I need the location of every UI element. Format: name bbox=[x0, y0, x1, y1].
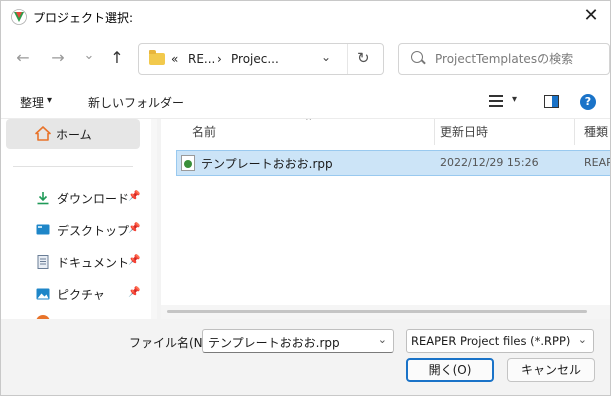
organize-button[interactable]: 整理 bbox=[20, 94, 44, 111]
pin-icon[interactable]: 📌 bbox=[128, 255, 140, 266]
file-open-dialog: プロジェクト選択: ✕ ← → ⌄ ↑ « RE... › Projec... … bbox=[0, 0, 611, 396]
pin-icon[interactable]: 📌 bbox=[128, 191, 140, 202]
document-icon bbox=[37, 255, 49, 269]
filetype-value: REAPER Project files (*.RPP) bbox=[411, 334, 571, 348]
sidebar-item-desktop[interactable]: デスクトップ 📌 bbox=[36, 220, 156, 242]
horizontal-scrollbar[interactable] bbox=[161, 305, 610, 319]
refresh-icon[interactable]: ↻ bbox=[357, 49, 370, 67]
home-icon bbox=[35, 126, 51, 141]
title-bar: プロジェクト選択: ✕ bbox=[1, 1, 610, 33]
recent-locations-chevron-icon[interactable]: ⌄ bbox=[77, 45, 101, 69]
column-header-name[interactable]: 名前 bbox=[192, 123, 216, 140]
new-folder-button[interactable]: 新しいフォルダー bbox=[88, 94, 184, 111]
close-icon[interactable]: ✕ bbox=[574, 3, 608, 31]
reaper-project-file-icon bbox=[181, 155, 195, 171]
breadcrumb-projec[interactable]: Projec... bbox=[231, 52, 279, 66]
cancel-button[interactable]: キャンセル bbox=[507, 358, 595, 382]
back-arrow-icon[interactable]: ← bbox=[11, 47, 35, 71]
sidebar-item-label: ピクチャ bbox=[57, 288, 105, 302]
music-icon[interactable] bbox=[36, 315, 50, 319]
search-box[interactable] bbox=[398, 43, 610, 75]
view-list-icon[interactable] bbox=[489, 95, 503, 107]
column-separator[interactable] bbox=[574, 119, 575, 145]
filename-combobox[interactable]: テンプレートおおお.rpp ⌄ bbox=[202, 329, 394, 353]
address-divider bbox=[347, 44, 348, 74]
sidebar-item-label: ダウンロード bbox=[57, 192, 130, 206]
reaper-logo-icon bbox=[11, 9, 27, 25]
navigation-bar: ← → ⌄ ↑ « RE... › Projec... ⌄ ↻ bbox=[1, 33, 610, 85]
window-title: プロジェクト選択: bbox=[33, 11, 134, 25]
filename-label: ファイル名(N): bbox=[129, 336, 212, 350]
forward-arrow-icon[interactable]: → bbox=[46, 47, 70, 71]
file-name: テンプレートおおお.rpp bbox=[201, 157, 333, 171]
chevron-down-icon[interactable]: ⌄ bbox=[578, 333, 587, 346]
address-bar[interactable]: « RE... › Projec... ⌄ ↻ bbox=[138, 43, 384, 75]
sidebar-item-home-label: ホーム bbox=[56, 128, 92, 142]
column-header-type[interactable]: 種類 bbox=[584, 123, 608, 140]
nav-pane-scrollbar[interactable] bbox=[151, 119, 157, 319]
breadcrumb-separator: › bbox=[217, 52, 222, 66]
breadcrumb-overflow[interactable]: « bbox=[171, 52, 178, 66]
sidebar-item-label: デスクトップ bbox=[57, 224, 130, 238]
folder-icon bbox=[149, 50, 165, 65]
file-list: ⌃ 名前 更新日時 種類 テンプレートおおお.rpp 2022/12/29 15… bbox=[161, 119, 610, 319]
column-header-modified[interactable]: 更新日時 bbox=[440, 123, 488, 140]
pictures-icon bbox=[36, 288, 50, 300]
nav-divider bbox=[13, 166, 133, 167]
sidebar-item-home[interactable]: ホーム bbox=[6, 119, 140, 149]
view-options-caret-icon[interactable]: ▾ bbox=[512, 94, 517, 105]
sort-caret-icon: ⌃ bbox=[304, 119, 314, 128]
file-type: REAPE bbox=[584, 156, 610, 169]
sidebar-item-documents[interactable]: ドキュメント 📌 bbox=[36, 252, 156, 274]
column-separator[interactable] bbox=[434, 119, 435, 145]
address-dropdown-icon[interactable]: ⌄ bbox=[321, 50, 331, 64]
scrollbar-thumb[interactable] bbox=[167, 310, 587, 313]
file-row[interactable]: テンプレートおおお.rpp 2022/12/29 15:26 REAPE bbox=[176, 150, 610, 176]
download-icon bbox=[37, 192, 49, 205]
chevron-down-icon[interactable]: ⌄ bbox=[378, 333, 387, 346]
filename-input[interactable]: テンプレートおおお.rpp bbox=[208, 334, 340, 351]
preview-pane-icon[interactable] bbox=[544, 95, 559, 108]
search-input[interactable] bbox=[435, 50, 605, 68]
help-icon[interactable]: ? bbox=[580, 94, 596, 110]
search-icon bbox=[411, 51, 423, 63]
sidebar-item-pictures[interactable]: ピクチャ 📌 bbox=[36, 284, 156, 306]
command-toolbar: 整理 ▾ 新しいフォルダー ▾ ? bbox=[1, 85, 610, 119]
sidebar-item-label: ドキュメント bbox=[57, 256, 130, 270]
sidebar-item-downloads[interactable]: ダウンロード 📌 bbox=[36, 188, 156, 210]
open-button[interactable]: 開く(O) bbox=[406, 358, 494, 382]
breadcrumb-reaper[interactable]: RE... bbox=[188, 52, 215, 66]
desktop-icon bbox=[36, 224, 50, 235]
file-modified: 2022/12/29 15:26 bbox=[440, 156, 539, 169]
pin-icon[interactable]: 📌 bbox=[128, 287, 140, 298]
organize-caret-icon[interactable]: ▾ bbox=[47, 95, 52, 106]
navigation-pane: ホーム ダウンロード 📌 デスクトップ 📌 ドキュメント � bbox=[1, 119, 157, 319]
up-arrow-icon[interactable]: ↑ bbox=[105, 47, 129, 71]
filetype-select[interactable]: REAPER Project files (*.RPP) ⌄ bbox=[406, 329, 594, 353]
pin-icon[interactable]: 📌 bbox=[128, 223, 140, 234]
